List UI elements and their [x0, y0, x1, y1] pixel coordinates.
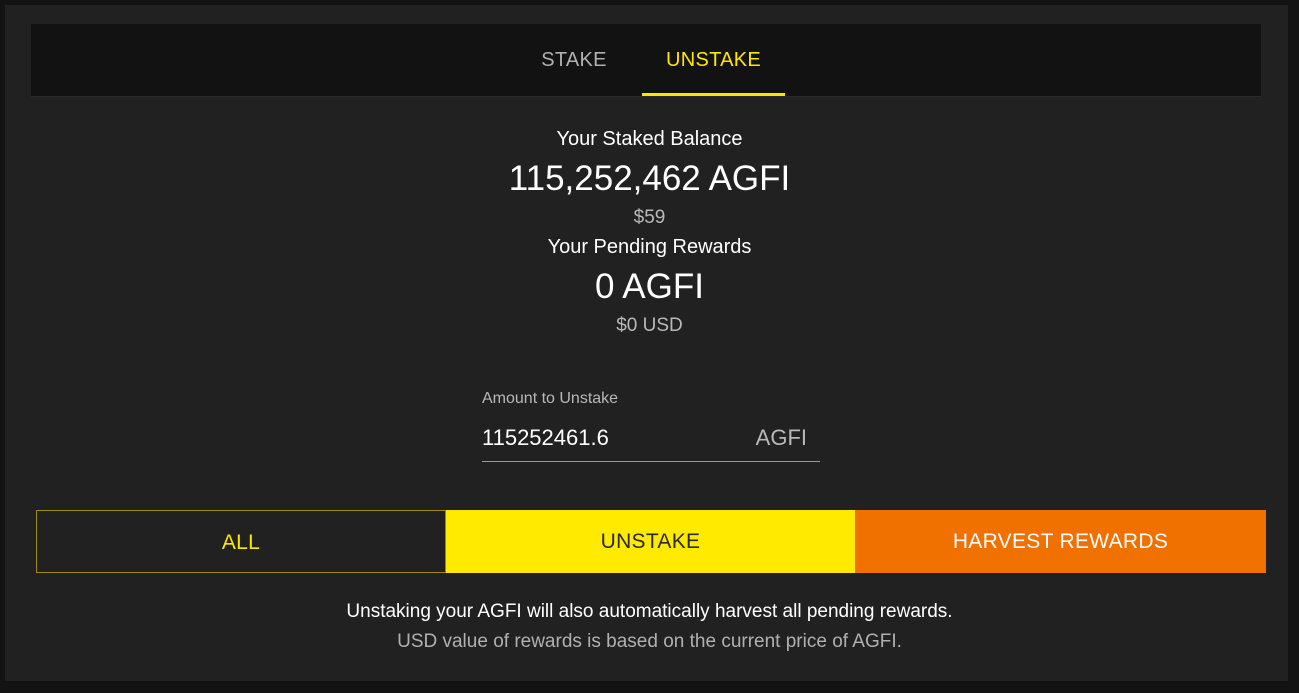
tab-bar: STAKE UNSTAKE	[31, 24, 1261, 97]
harvest-rewards-button[interactable]: HARVEST REWARDS	[855, 510, 1266, 573]
unstake-amount-field[interactable]: 115252461.6 AGFI	[482, 420, 820, 462]
tab-stake[interactable]: STAKE	[521, 24, 627, 96]
unstake-harvest-note: Unstaking your AGFI will also automatica…	[346, 601, 953, 622]
pending-rewards-usd: $0 USD	[616, 315, 683, 336]
pending-rewards-label: Your Pending Rewards	[547, 236, 752, 258]
usd-value-note: USD value of rewards is based on the cur…	[397, 631, 902, 652]
staked-balance-label: Your Staked Balance	[556, 128, 743, 150]
tab-unstake[interactable]: UNSTAKE	[642, 24, 785, 96]
staked-balance-amount: 115,252,462 AGFI	[508, 159, 791, 198]
unstake-amount-label: Amount to Unstake	[482, 390, 619, 407]
unstake-amount-input[interactable]: 115252461.6	[482, 425, 609, 451]
active-tab-indicator	[642, 93, 785, 96]
pending-rewards-amount: 0 AGFI	[595, 267, 704, 306]
unstake-button[interactable]: UNSTAKE	[446, 510, 855, 573]
staked-balance-usd: $59	[633, 207, 666, 228]
all-button[interactable]: ALL	[36, 510, 446, 573]
unstake-amount-unit: AGFI	[755, 425, 807, 450]
staking-panel	[5, 5, 1288, 681]
